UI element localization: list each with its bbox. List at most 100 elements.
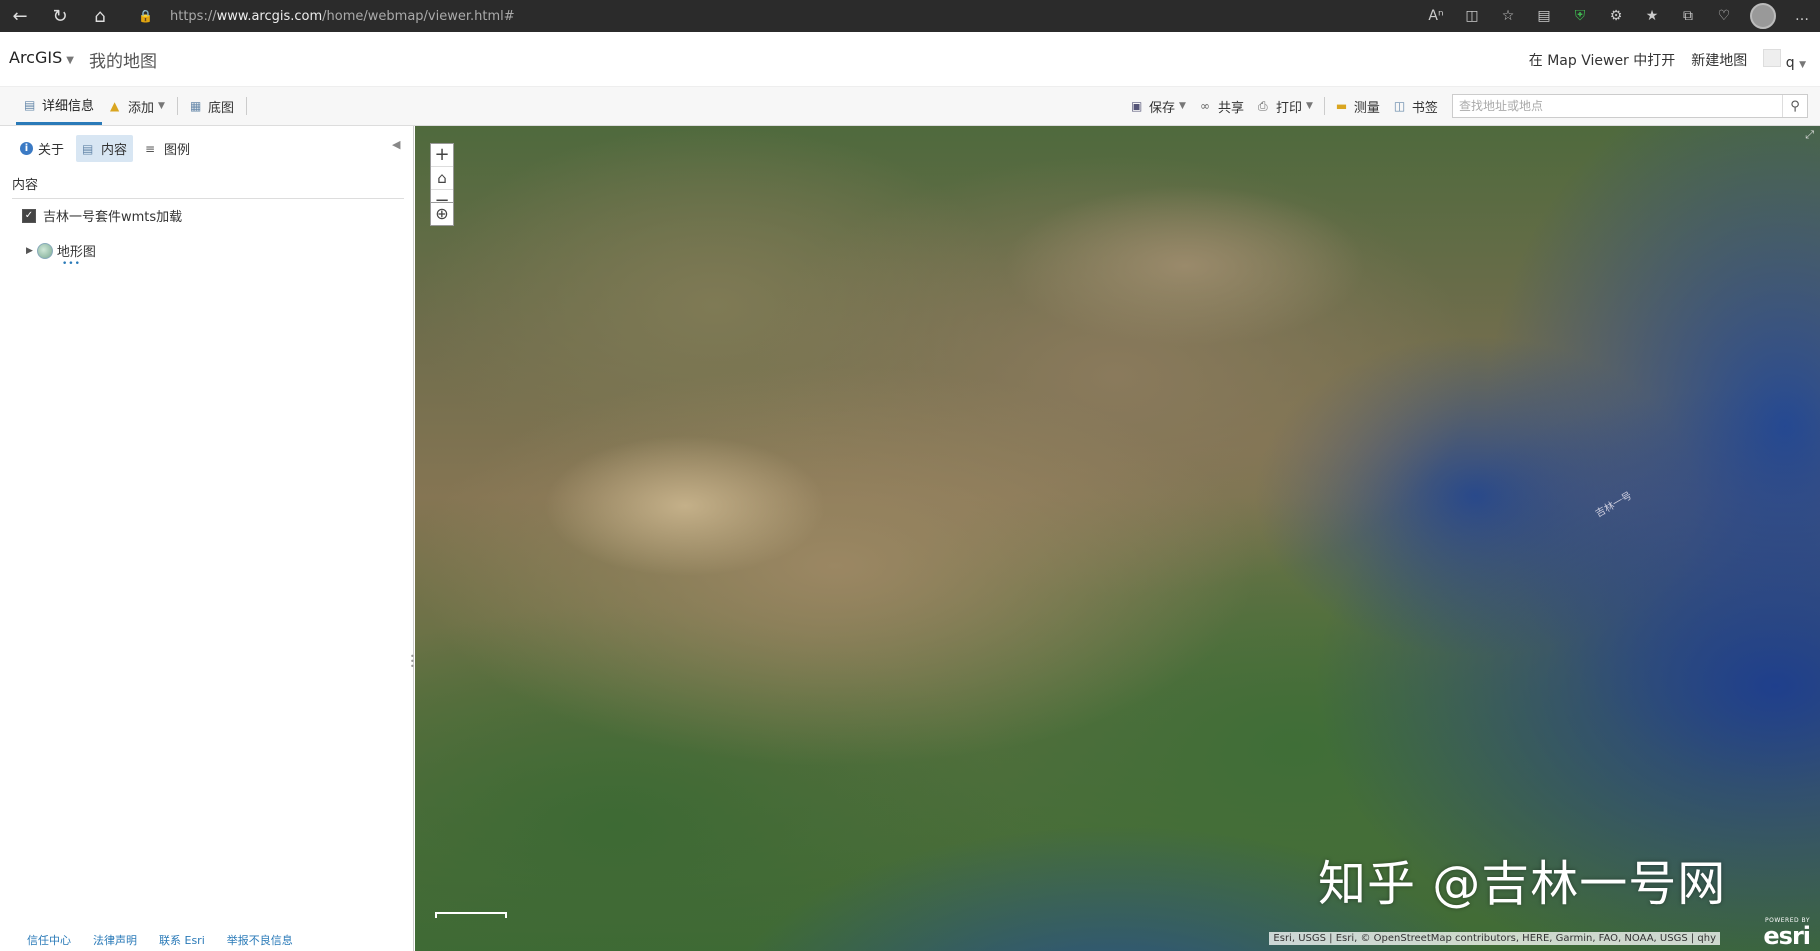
layer-options-more-icon[interactable]: ••• [62,259,81,269]
link-icon: ∞ [1199,99,1210,113]
health-icon[interactable]: ♡ [1714,6,1734,26]
expand-triangle-icon[interactable]: ▶ [26,246,33,256]
tab-content[interactable]: ▤ 内容 [76,135,134,162]
url-domain: www.arcgis.com [216,8,323,24]
share-button[interactable]: ∞ 共享 [1193,87,1251,125]
user-icon [1763,49,1782,67]
chevron-down-icon: ▼ [1305,101,1313,111]
scale-bar [435,912,507,918]
extensions-icon[interactable]: ⚙ [1606,6,1626,26]
home-icon[interactable]: ⌂ [80,0,120,32]
basemap-layer-item: ▶ 地形图 [26,241,96,260]
share-label: 共享 [1217,100,1244,116]
contents-panel: i 关于 ▤ 内容 ≡ 图例 ◀ 内容 ✓ 吉林一号套件wmts加载 ▶ 地形图 ••… [0,126,415,951]
split-screen-icon[interactable]: ◫ [1462,6,1482,26]
details-icon: ▤ [24,97,36,112]
chevron-down-icon: ▼ [66,55,74,66]
basemap-layer-name[interactable]: 地形图 [57,241,96,260]
globe-icon [36,242,53,259]
lock-icon[interactable]: 🔒 [138,9,158,23]
details-button[interactable]: ▤ 详细信息 [16,87,103,125]
ruler-icon: ▬ [1335,99,1348,113]
brand-menu[interactable]: ArcGIS ▼ [9,48,74,67]
collections-icon[interactable]: ⧉ [1678,6,1698,26]
bookmarks-label: 书签 [1411,100,1438,116]
layer-visibility-checkbox[interactable]: ✓ [22,208,36,223]
esri-wordmark: esri [1763,922,1811,950]
print-button[interactable]: ⎙ 打印 ▼ [1251,87,1320,125]
shield-icon[interactable]: ⛨ [1570,6,1590,26]
toolbar-divider [176,97,178,115]
add-layer-icon: ▲ [110,99,120,113]
toolbar-right: ▣ 保存 ▼ ∞ 共享 ⎙ 打印 ▼ ▬ 测量 ◫ 书签 [1124,87,1445,125]
favorite-star-icon[interactable]: ☆ [1498,6,1518,26]
save-icon: ▣ [1131,99,1143,113]
esri-logo: POWERED BY esri [1763,918,1811,950]
save-button[interactable]: ▣ 保存 ▼ [1124,87,1193,125]
map-view[interactable]: + ⌂ − ⊕ ⤢ 吉林一号 知乎 @吉林一号网 Esri, USGS | Es… [415,126,1820,951]
map-toolbar: ▤详细信息 ▲添加▼ ▦底图 ▣保存▼ ∞共享 ⎙打印▼ ▬测量 ◫书签 ⚲ [0,87,1820,126]
basemap-label: 底图 [207,100,234,116]
search-input[interactable] [1453,95,1785,117]
locate-control: ⊕ [430,202,454,226]
save-label: 保存 [1149,100,1176,116]
user-name: q [1785,55,1795,71]
read-aloud-icon[interactable]: Aⁿ [1426,6,1446,26]
chevron-down-icon: ▼ [158,101,165,111]
report-abuse-link[interactable]: 举报不良信息 [227,932,293,948]
tab-legend[interactable]: ≡ 图例 [139,135,196,162]
favorites-icon[interactable]: ★ [1642,6,1662,26]
fullscreen-icon[interactable]: ⤢ [1805,128,1814,142]
basemap-icon: ▦ [189,99,202,113]
map-place-label: 吉林一号 [1593,490,1635,520]
brand-label: ArcGIS [9,48,63,67]
search-icon[interactable]: ⚲ [1782,95,1807,117]
url-text[interactable]: https://www.arcgis.com/home/webmap/viewe… [170,9,515,24]
bookmark-icon: ◫ [1393,99,1406,113]
content-icon: ▤ [82,141,94,156]
info-icon: i [20,142,33,155]
app-header: ArcGIS ▼ 我的地图 在 Map Viewer 中打开 新建地图 q ▼ [0,32,1820,87]
url-prefix: https:// [170,8,217,24]
home-icon[interactable]: ⌂ [431,166,453,189]
user-menu[interactable]: q ▼ [1763,49,1806,71]
legal-link[interactable]: 法律声明 [93,932,137,948]
collapse-panel-icon[interactable]: ◀ [392,138,400,151]
details-label: 详细信息 [42,99,95,114]
print-label: 打印 [1275,100,1302,116]
watermark: 知乎 @吉林一号网 [1318,856,1727,912]
bookmarks-button[interactable]: ◫ 书签 [1387,87,1445,125]
chevron-down-icon: ▼ [1799,60,1806,70]
measure-button[interactable]: ▬ 测量 [1329,87,1387,125]
tab-content-label: 内容 [101,143,128,158]
browser-essentials-icon[interactable]: ▤ [1534,6,1554,26]
search-box: ⚲ [1452,94,1808,118]
add-button[interactable]: ▲ 添加 ▼ [102,87,173,125]
tab-legend-label: 图例 [164,143,191,158]
address-bar[interactable]: 🔒 https://www.arcgis.com/home/webmap/vie… [128,3,1468,29]
toolbar-left: ▤ 详细信息 ▲ 添加 ▼ ▦ 底图 [16,87,251,125]
add-label: 添加 [128,100,155,116]
tab-about[interactable]: i 关于 [14,135,70,162]
back-arrow-icon[interactable]: ← [0,0,40,32]
chevron-down-icon: ▼ [1179,101,1186,111]
toolbar-divider [1323,97,1325,115]
panel-tabs: i 关于 ▤ 内容 ≡ 图例 [14,135,196,162]
locate-crosshair-icon[interactable]: ⊕ [431,203,453,225]
contact-esri-link[interactable]: 联系 Esri [159,932,205,948]
trust-center-link[interactable]: 信任中心 [27,932,71,948]
zoom-in-icon[interactable]: + [431,144,453,166]
open-in-mapviewer-link[interactable]: 在 Map Viewer 中打开 [1529,50,1676,70]
browser-toolbar: ← ↻ ⌂ 🔒 https://www.arcgis.com/home/webm… [0,0,1820,32]
legend-list-icon: ≡ [145,141,156,156]
basemap-button[interactable]: ▦ 底图 [182,87,242,125]
footer-links: 信任中心 法律声明 联系 Esri 举报不良信息 [27,932,293,948]
url-path: /home/webmap/viewer.html# [322,8,515,24]
more-icon[interactable]: … [1792,6,1812,26]
new-map-link[interactable]: 新建地图 [1691,50,1747,70]
page-title: 我的地图 [89,52,157,72]
layer-name[interactable]: 吉林一号套件wmts加载 [43,206,182,225]
profile-avatar[interactable] [1750,3,1776,29]
refresh-icon[interactable]: ↻ [40,0,80,32]
panel-splitter-handle[interactable]: • • • [410,653,415,671]
